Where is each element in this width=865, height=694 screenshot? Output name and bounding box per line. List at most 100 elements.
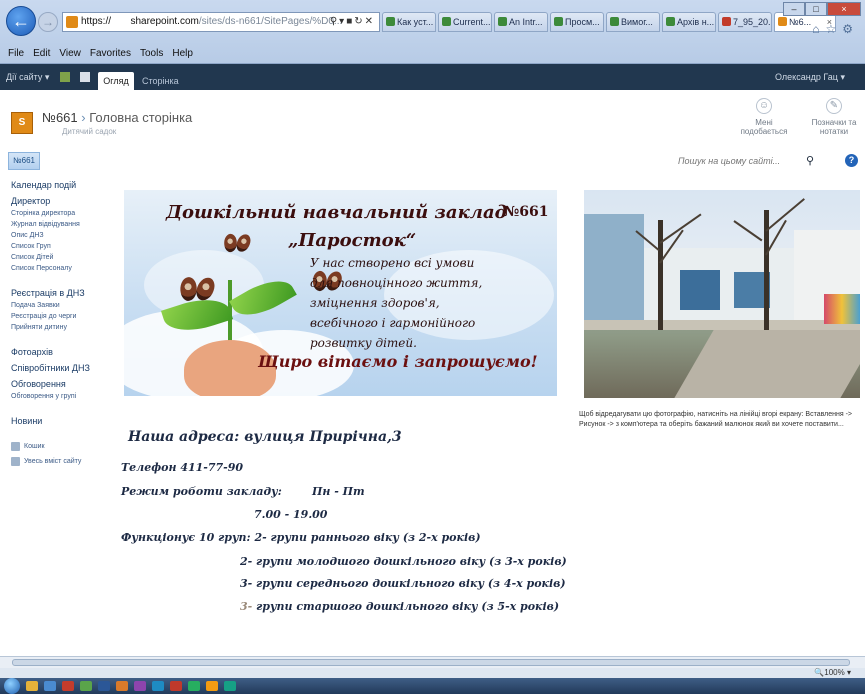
taskbar-app-icon[interactable] <box>26 681 38 691</box>
ribbon-tab-page[interactable]: Сторінка <box>142 72 179 90</box>
search-icon[interactable]: ⚲ <box>806 154 814 167</box>
status-bar: 🔍100% ▾ <box>0 668 865 678</box>
menu-help[interactable]: Help <box>172 45 193 63</box>
sidebar-item-news[interactable]: Новини <box>11 416 108 426</box>
like-button[interactable]: ☺ Мені подобається <box>734 98 794 136</box>
taskbar-app-icon[interactable] <box>116 681 128 691</box>
site-description: Дитячий садок <box>62 127 117 136</box>
breadcrumb: №661 › Головна сторінка <box>42 110 192 125</box>
tags-label: Позначки та нотатки <box>811 118 857 136</box>
menu-file[interactable]: File <box>8 45 24 63</box>
taskbar-app-icon[interactable] <box>188 681 200 691</box>
sidebar-link[interactable]: Прийняти дитину <box>11 324 108 331</box>
sidebar-item-calendar[interactable]: Календар подій <box>11 180 108 190</box>
close-icon[interactable]: × <box>827 2 861 16</box>
ribbon-bar: Дії сайту ▾ Огляд Сторінка Олександр Гац… <box>0 64 865 90</box>
scrollbar-thumb[interactable] <box>12 659 850 666</box>
maximize-icon[interactable]: □ <box>805 2 827 16</box>
gear-icon[interactable]: ⚙ <box>842 22 859 36</box>
tab-home[interactable]: №661 <box>8 152 40 170</box>
sidebar-item-director[interactable]: Директор <box>11 196 108 206</box>
help-icon[interactable]: ? <box>845 154 858 167</box>
horizontal-scrollbar[interactable] <box>0 656 865 668</box>
taskbar-app-icon[interactable] <box>98 681 110 691</box>
sidebar-item-all-content[interactable]: Увесь вміст сайту <box>11 457 108 466</box>
tree-trunk <box>658 220 663 330</box>
home-icon[interactable]: ⌂ <box>812 22 825 36</box>
banner-title: Дошкільний навчальний заклад <box>166 202 508 223</box>
hours-days: Пн - Пт <box>312 485 365 498</box>
phone-text: Телефон 411-77-90 <box>121 461 244 474</box>
sidebar-link[interactable]: Обговорення у групі <box>11 393 108 400</box>
tab-label: An Intr... <box>509 17 543 27</box>
edit-page-icon[interactable] <box>80 72 90 82</box>
breadcrumb-site[interactable]: №661 <box>42 110 78 125</box>
minimize-icon[interactable]: – <box>783 2 805 16</box>
menu-tools[interactable]: Tools <box>140 45 163 63</box>
sidebar-item-photo-archive[interactable]: Фотоархів <box>11 347 108 357</box>
sidebar-link[interactable]: Опис ДНЗ <box>11 232 108 239</box>
search-input[interactable] <box>676 152 802 170</box>
taskbar-app-icon[interactable] <box>134 681 146 691</box>
menu-view[interactable]: View <box>59 45 81 63</box>
tab-favicon-icon <box>778 17 787 26</box>
menu-edit[interactable]: Edit <box>33 45 50 63</box>
browser-tab[interactable]: Архів н... <box>662 12 716 32</box>
tab-label: Current... <box>453 17 491 27</box>
browser-tab[interactable]: Просм... <box>550 12 604 32</box>
forward-button[interactable]: → <box>38 12 58 32</box>
sidebar-link[interactable]: Список Персоналу <box>11 265 108 272</box>
tree-branch <box>733 220 763 242</box>
address-bar[interactable]: https:// sharepoint.com/sites/ds-n661/Si… <box>62 12 380 32</box>
user-menu[interactable]: Олександр Гац ▾ <box>775 64 845 90</box>
group-text: групи старшого дошкільного віку (з 5-х р… <box>256 600 560 613</box>
sidebar-link[interactable]: Журнал відвідування <box>11 221 108 228</box>
site-actions-label: Дії сайту <box>6 72 43 82</box>
taskbar-app-icon[interactable] <box>44 681 56 691</box>
tab-label: Архів н... <box>677 17 715 27</box>
browser-tab[interactable]: Как уст... <box>382 12 436 32</box>
browser-tab[interactable]: An Intr... <box>494 12 548 32</box>
site-actions-menu[interactable]: Дії сайту ▾ <box>6 64 49 90</box>
back-button[interactable]: ← <box>6 6 36 36</box>
sidebar-item-discussions[interactable]: Обговорення <box>11 379 108 389</box>
ribbon-tab-browse[interactable]: Огляд <box>98 72 134 90</box>
kindergarten-photo[interactable] <box>584 190 860 398</box>
address-text: Наша адреса: вулиця Приріч­на,3 <box>128 429 402 445</box>
tags-notes-button[interactable]: ✎ Позначки та нотатки <box>804 98 864 136</box>
all-content-label: Увесь вміст сайту <box>24 458 82 465</box>
taskbar-app-icon[interactable] <box>224 681 236 691</box>
tab-favicon-icon <box>442 17 451 26</box>
sidebar-link[interactable]: Реєстрація до черги <box>11 313 108 320</box>
mural-shape <box>824 294 860 324</box>
url-path: /sites/ds-n661/SitePages/%D0... <box>198 16 343 27</box>
sidebar-link[interactable]: Список Дітей <box>11 254 108 261</box>
zoom-value: 100% <box>824 668 845 677</box>
start-button-icon[interactable] <box>4 678 20 694</box>
tab-label: Просм... <box>565 17 600 27</box>
browser-tab[interactable]: 7_95_20... <box>718 12 772 32</box>
taskbar-app-icon[interactable] <box>170 681 182 691</box>
favorites-star-icon[interactable]: ☆ <box>825 22 842 36</box>
taskbar-app-icon[interactable] <box>206 681 218 691</box>
sidebar-link[interactable]: Сторінка директора <box>11 210 108 217</box>
group-line: 3- групи середнього дошкільного віку (з … <box>240 577 566 590</box>
sidebar-item-registration[interactable]: Реєстрація в ДНЗ <box>11 288 108 298</box>
browser-tab[interactable]: Current... <box>438 12 492 32</box>
zoom-level[interactable]: 🔍100% ▾ <box>814 668 851 677</box>
recycle-bin-label: Кошик <box>24 443 45 450</box>
browser-chrome: ← → https:// sharepoint.com/sites/ds-n66… <box>0 0 865 64</box>
sidebar-item-recycle-bin[interactable]: Кошик <box>11 442 108 451</box>
taskbar-app-icon[interactable] <box>62 681 74 691</box>
sharepoint-logo-icon[interactable]: S <box>11 112 33 134</box>
address-tools-icons[interactable]: ⚲▾■↻✕ <box>330 13 375 31</box>
taskbar-app-icon[interactable] <box>80 681 92 691</box>
sidebar-link[interactable]: Подача Заявки <box>11 302 108 309</box>
menu-favorites[interactable]: Favorites <box>90 45 131 63</box>
sidebar-link[interactable]: Список Груп <box>11 243 108 250</box>
browser-tab[interactable]: Вимог... <box>606 12 660 32</box>
sharepoint-page: Дії сайту ▾ Огляд Сторінка Олександр Гац… <box>0 64 865 656</box>
navigate-up-icon[interactable] <box>60 72 70 82</box>
sidebar-item-staff[interactable]: Співробітники ДНЗ <box>11 363 108 373</box>
taskbar-app-icon[interactable] <box>152 681 164 691</box>
